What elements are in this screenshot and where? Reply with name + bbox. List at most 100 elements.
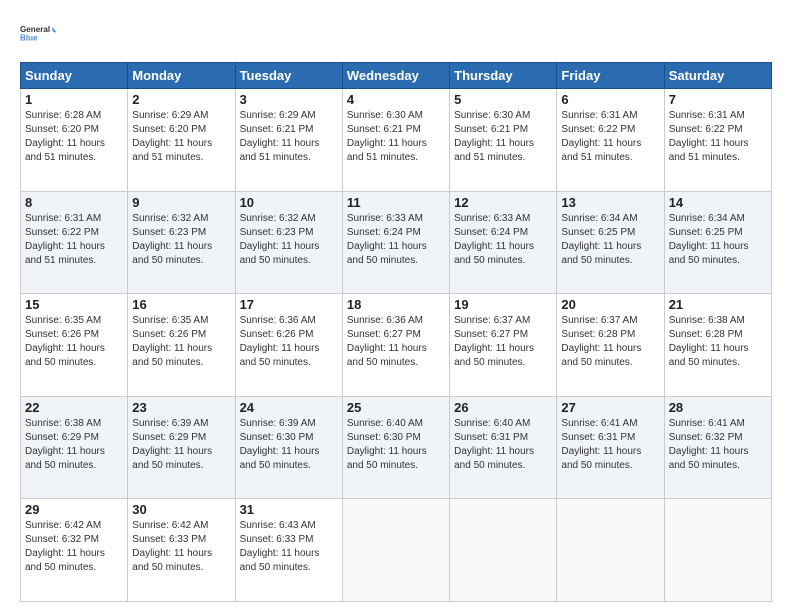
day-number: 31 (240, 502, 338, 517)
week-row-3: 15 Sunrise: 6:35 AM Sunset: 6:26 PM Dayl… (21, 294, 772, 397)
cell-week4-day5: 27 Sunrise: 6:41 AM Sunset: 6:31 PM Dayl… (557, 396, 664, 499)
day-number: 29 (25, 502, 123, 517)
day-number: 2 (132, 92, 230, 107)
day-info: Sunrise: 6:30 AM Sunset: 6:21 PM Dayligh… (347, 109, 445, 165)
day-number: 10 (240, 195, 338, 210)
day-info: Sunrise: 6:42 AM Sunset: 6:33 PM Dayligh… (132, 519, 230, 575)
day-number: 16 (132, 297, 230, 312)
cell-week3-day4: 19 Sunrise: 6:37 AM Sunset: 6:27 PM Dayl… (450, 294, 557, 397)
day-info: Sunrise: 6:39 AM Sunset: 6:29 PM Dayligh… (132, 417, 230, 473)
day-info: Sunrise: 6:31 AM Sunset: 6:22 PM Dayligh… (669, 109, 767, 165)
day-number: 27 (561, 400, 659, 415)
day-number: 7 (669, 92, 767, 107)
day-info: Sunrise: 6:28 AM Sunset: 6:20 PM Dayligh… (25, 109, 123, 165)
cell-week2-day2: 10 Sunrise: 6:32 AM Sunset: 6:23 PM Dayl… (235, 191, 342, 294)
cell-week4-day4: 26 Sunrise: 6:40 AM Sunset: 6:31 PM Dayl… (450, 396, 557, 499)
day-number: 28 (669, 400, 767, 415)
day-info: Sunrise: 6:42 AM Sunset: 6:32 PM Dayligh… (25, 519, 123, 575)
cell-week2-day4: 12 Sunrise: 6:33 AM Sunset: 6:24 PM Dayl… (450, 191, 557, 294)
week-row-1: 1 Sunrise: 6:28 AM Sunset: 6:20 PM Dayli… (21, 89, 772, 192)
day-number: 3 (240, 92, 338, 107)
day-number: 9 (132, 195, 230, 210)
day-info: Sunrise: 6:38 AM Sunset: 6:29 PM Dayligh… (25, 417, 123, 473)
cell-week1-day1: 2 Sunrise: 6:29 AM Sunset: 6:20 PM Dayli… (128, 89, 235, 192)
cell-week2-day3: 11 Sunrise: 6:33 AM Sunset: 6:24 PM Dayl… (342, 191, 449, 294)
day-number: 18 (347, 297, 445, 312)
cell-week3-day2: 17 Sunrise: 6:36 AM Sunset: 6:26 PM Dayl… (235, 294, 342, 397)
svg-text:Blue: Blue (20, 33, 38, 42)
cell-week2-day5: 13 Sunrise: 6:34 AM Sunset: 6:25 PM Dayl… (557, 191, 664, 294)
day-number: 24 (240, 400, 338, 415)
day-info: Sunrise: 6:40 AM Sunset: 6:30 PM Dayligh… (347, 417, 445, 473)
cell-week5-day0: 29 Sunrise: 6:42 AM Sunset: 6:32 PM Dayl… (21, 499, 128, 602)
day-info: Sunrise: 6:33 AM Sunset: 6:24 PM Dayligh… (454, 212, 552, 268)
header-wednesday: Wednesday (342, 63, 449, 89)
cell-week1-day2: 3 Sunrise: 6:29 AM Sunset: 6:21 PM Dayli… (235, 89, 342, 192)
page: General Blue SundayMondayTuesdayWednesda… (0, 0, 792, 612)
day-info: Sunrise: 6:41 AM Sunset: 6:32 PM Dayligh… (669, 417, 767, 473)
day-info: Sunrise: 6:35 AM Sunset: 6:26 PM Dayligh… (25, 314, 123, 370)
day-info: Sunrise: 6:35 AM Sunset: 6:26 PM Dayligh… (132, 314, 230, 370)
cell-week5-day4 (450, 499, 557, 602)
header-monday: Monday (128, 63, 235, 89)
day-number: 5 (454, 92, 552, 107)
day-number: 11 (347, 195, 445, 210)
day-info: Sunrise: 6:32 AM Sunset: 6:23 PM Dayligh… (132, 212, 230, 268)
header-tuesday: Tuesday (235, 63, 342, 89)
cell-week4-day1: 23 Sunrise: 6:39 AM Sunset: 6:29 PM Dayl… (128, 396, 235, 499)
day-info: Sunrise: 6:40 AM Sunset: 6:31 PM Dayligh… (454, 417, 552, 473)
day-info: Sunrise: 6:37 AM Sunset: 6:28 PM Dayligh… (561, 314, 659, 370)
day-number: 13 (561, 195, 659, 210)
day-info: Sunrise: 6:36 AM Sunset: 6:26 PM Dayligh… (240, 314, 338, 370)
cell-week5-day5 (557, 499, 664, 602)
day-number: 12 (454, 195, 552, 210)
header: General Blue (20, 16, 772, 52)
day-info: Sunrise: 6:39 AM Sunset: 6:30 PM Dayligh… (240, 417, 338, 473)
cell-week3-day1: 16 Sunrise: 6:35 AM Sunset: 6:26 PM Dayl… (128, 294, 235, 397)
cell-week1-day5: 6 Sunrise: 6:31 AM Sunset: 6:22 PM Dayli… (557, 89, 664, 192)
cell-week1-day0: 1 Sunrise: 6:28 AM Sunset: 6:20 PM Dayli… (21, 89, 128, 192)
day-info: Sunrise: 6:29 AM Sunset: 6:21 PM Dayligh… (240, 109, 338, 165)
day-number: 15 (25, 297, 123, 312)
week-row-5: 29 Sunrise: 6:42 AM Sunset: 6:32 PM Dayl… (21, 499, 772, 602)
day-number: 26 (454, 400, 552, 415)
day-info: Sunrise: 6:41 AM Sunset: 6:31 PM Dayligh… (561, 417, 659, 473)
day-number: 4 (347, 92, 445, 107)
day-info: Sunrise: 6:43 AM Sunset: 6:33 PM Dayligh… (240, 519, 338, 575)
cell-week4-day0: 22 Sunrise: 6:38 AM Sunset: 6:29 PM Dayl… (21, 396, 128, 499)
day-info: Sunrise: 6:32 AM Sunset: 6:23 PM Dayligh… (240, 212, 338, 268)
day-number: 23 (132, 400, 230, 415)
logo: General Blue (20, 16, 56, 52)
day-number: 1 (25, 92, 123, 107)
week-row-4: 22 Sunrise: 6:38 AM Sunset: 6:29 PM Dayl… (21, 396, 772, 499)
day-info: Sunrise: 6:31 AM Sunset: 6:22 PM Dayligh… (561, 109, 659, 165)
day-info: Sunrise: 6:36 AM Sunset: 6:27 PM Dayligh… (347, 314, 445, 370)
logo-svg: General Blue (20, 16, 56, 52)
day-number: 30 (132, 502, 230, 517)
day-info: Sunrise: 6:34 AM Sunset: 6:25 PM Dayligh… (669, 212, 767, 268)
svg-text:General: General (20, 25, 50, 34)
day-info: Sunrise: 6:29 AM Sunset: 6:20 PM Dayligh… (132, 109, 230, 165)
day-number: 6 (561, 92, 659, 107)
cell-week1-day4: 5 Sunrise: 6:30 AM Sunset: 6:21 PM Dayli… (450, 89, 557, 192)
header-sunday: Sunday (21, 63, 128, 89)
header-thursday: Thursday (450, 63, 557, 89)
day-info: Sunrise: 6:30 AM Sunset: 6:21 PM Dayligh… (454, 109, 552, 165)
day-number: 19 (454, 297, 552, 312)
cell-week2-day0: 8 Sunrise: 6:31 AM Sunset: 6:22 PM Dayli… (21, 191, 128, 294)
header-saturday: Saturday (664, 63, 771, 89)
cell-week2-day6: 14 Sunrise: 6:34 AM Sunset: 6:25 PM Dayl… (664, 191, 771, 294)
day-info: Sunrise: 6:31 AM Sunset: 6:22 PM Dayligh… (25, 212, 123, 268)
header-friday: Friday (557, 63, 664, 89)
day-number: 21 (669, 297, 767, 312)
cell-week4-day2: 24 Sunrise: 6:39 AM Sunset: 6:30 PM Dayl… (235, 396, 342, 499)
cell-week5-day2: 31 Sunrise: 6:43 AM Sunset: 6:33 PM Dayl… (235, 499, 342, 602)
day-info: Sunrise: 6:38 AM Sunset: 6:28 PM Dayligh… (669, 314, 767, 370)
day-number: 22 (25, 400, 123, 415)
day-number: 14 (669, 195, 767, 210)
day-info: Sunrise: 6:33 AM Sunset: 6:24 PM Dayligh… (347, 212, 445, 268)
cell-week3-day0: 15 Sunrise: 6:35 AM Sunset: 6:26 PM Dayl… (21, 294, 128, 397)
week-row-2: 8 Sunrise: 6:31 AM Sunset: 6:22 PM Dayli… (21, 191, 772, 294)
cell-week3-day5: 20 Sunrise: 6:37 AM Sunset: 6:28 PM Dayl… (557, 294, 664, 397)
cell-week3-day3: 18 Sunrise: 6:36 AM Sunset: 6:27 PM Dayl… (342, 294, 449, 397)
